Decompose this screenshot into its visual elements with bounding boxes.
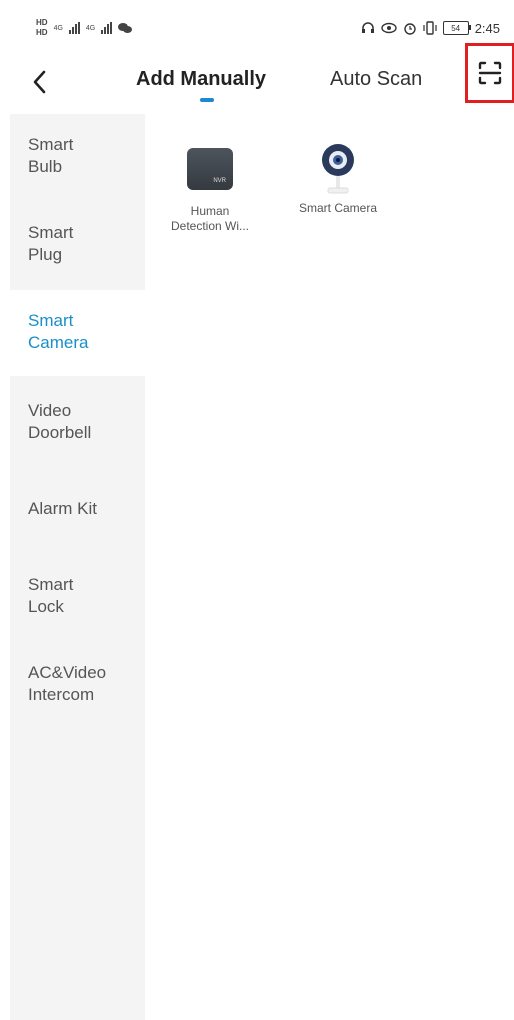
status-time: 2:45 <box>474 20 500 36</box>
device-human-detection[interactable]: NVR Human Detection Wi... <box>155 148 265 234</box>
tab-auto-scan[interactable]: Auto Scan <box>330 68 422 98</box>
sim1-label: HD <box>36 18 48 27</box>
sim2-label: HD <box>36 28 48 37</box>
wechat-icon <box>118 23 133 33</box>
signal-icon-2 <box>101 22 113 34</box>
sim-indicator: HD HD <box>36 18 48 38</box>
sidebar-item-label: Alarm Kit <box>28 499 97 518</box>
sidebar-item-label: Smart Bulb <box>28 135 74 176</box>
sidebar-item-alarm-kit[interactable]: Alarm Kit <box>10 498 145 542</box>
chevron-left-icon <box>33 70 46 94</box>
alarm-icon <box>403 23 416 35</box>
top-nav: Add Manually Auto Scan <box>0 43 514 114</box>
active-tab-indicator <box>200 98 214 102</box>
eye-icon <box>380 22 397 34</box>
sidebar-item-smart-lock[interactable]: Smart Lock <box>10 574 145 640</box>
sidebar-item-label: Smart Camera <box>28 311 89 352</box>
camera-icon <box>322 144 354 194</box>
battery-level: 54 <box>451 23 461 33</box>
back-button[interactable] <box>22 64 58 100</box>
qr-scan-icon <box>478 61 502 85</box>
status-right: 54 2:45 <box>361 21 500 36</box>
tab-add-manually[interactable]: Add Manually <box>136 68 266 98</box>
sidebar-item-label: Smart Plug <box>28 223 74 264</box>
device-label: Human Detection Wi... <box>170 204 250 233</box>
scan-button[interactable] <box>465 43 514 103</box>
sidebar-item-label: Video Doorbell <box>28 401 92 442</box>
device-smart-camera[interactable]: Smart Camera <box>283 142 393 216</box>
category-sidebar: Smart Bulb Smart Plug Smart Camera Video… <box>10 114 145 1020</box>
status-bar: HD HD 4G 4G 54 2:45 <box>0 0 514 56</box>
headset-icon <box>361 22 374 33</box>
device-label: Smart Camera <box>298 201 378 215</box>
battery-icon: 54 <box>442 21 471 35</box>
sidebar-item-ac-video-intercom[interactable]: AC&Video Intercom <box>10 662 145 728</box>
vibrate-icon <box>423 21 437 35</box>
status-left: HD HD 4G 4G <box>36 18 133 38</box>
network2-label: 4G <box>85 24 96 32</box>
sidebar-item-video-doorbell[interactable]: Video Doorbell <box>10 400 145 466</box>
sidebar-item-smart-camera[interactable]: Smart Camera <box>10 290 145 376</box>
sidebar-item-smart-plug[interactable]: Smart Plug <box>10 222 145 288</box>
sidebar-item-label: AC&Video Intercom <box>28 663 107 704</box>
signal-icon <box>68 22 80 34</box>
device-grid: NVR Human Detection Wi... Smart Camera <box>145 114 514 1020</box>
sidebar-item-label: Smart Lock <box>28 575 74 616</box>
nvr-badge: NVR <box>213 178 226 184</box>
nvr-box-icon: NVR <box>187 148 233 190</box>
network1-label: 4G <box>53 24 63 32</box>
sidebar-item-smart-bulb[interactable]: Smart Bulb <box>10 134 145 200</box>
